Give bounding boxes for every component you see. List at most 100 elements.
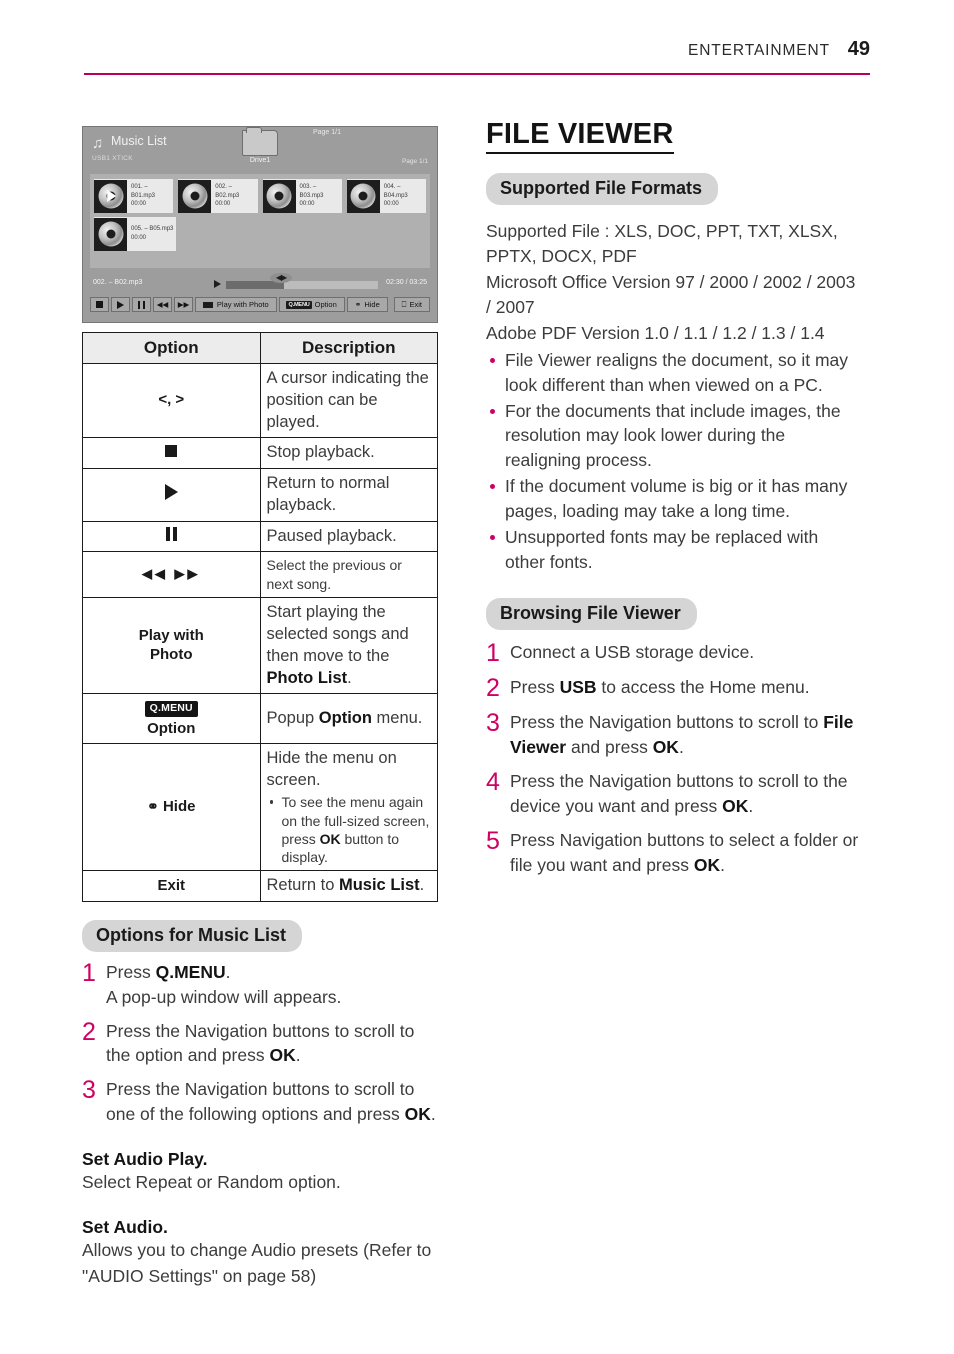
table-row: Stop playback.: [82, 437, 438, 470]
stop-icon: [96, 301, 103, 308]
play-icon: [117, 300, 124, 309]
music-note-icon: ♫: [92, 135, 104, 152]
tv-screen-title: Music List: [111, 134, 167, 148]
play-with-photo-label: Play with Photo: [216, 300, 269, 309]
play-icon: [214, 280, 221, 288]
step-item: 1 Connect a USB storage device.: [486, 640, 862, 666]
stop-icon: [165, 444, 178, 457]
step-number: 5: [486, 826, 500, 855]
cd-icon: [94, 217, 127, 251]
exit-label: Exit: [409, 300, 422, 309]
step-item: 1 Press Q.MENU. A pop-up window will appe…: [82, 960, 440, 1010]
list-item: Unsupported fonts may be replaced with o…: [486, 525, 862, 575]
pause-button[interactable]: [132, 297, 151, 312]
hide-icon: ⚭: [147, 797, 159, 814]
row-key-prevnext-icon: ◀◀ ▶▶: [82, 551, 261, 599]
step-text: Press Navigation buttons to select a fol…: [510, 829, 859, 875]
set-audio-section: Set Audio. Allows you to change Audio pr…: [82, 1217, 440, 1289]
folder-icon: [242, 127, 278, 156]
table-row: Play with Photo Start playing the select…: [82, 597, 438, 695]
row-description: Start playing the selected songs and the…: [259, 597, 438, 695]
list-item[interactable]: 004. – B04.mp3 00:00: [346, 179, 426, 213]
list-item[interactable]: 003. – B03.mp3 00:00: [262, 179, 342, 213]
progress-bar[interactable]: [226, 281, 378, 289]
rewind-button[interactable]: ◀◀: [153, 297, 172, 312]
supported-formats-line-1: Supported File : XLS, DOC, PPT, TXT, XLS…: [486, 221, 838, 267]
song-time: 00:00: [299, 201, 315, 208]
page-title: FILE VIEWER: [486, 118, 674, 154]
cd-icon: [178, 179, 212, 213]
hide-button[interactable]: ⚭ Hide: [346, 297, 388, 312]
row-description: Hide the menu on screen. To see the menu…: [259, 742, 438, 872]
table-row: Return to normal playback.: [82, 468, 438, 522]
column-header-description: Description: [259, 332, 438, 364]
list-item: File Viewer realigns the document, so it…: [486, 348, 862, 398]
row-key-play-icon: [82, 468, 261, 522]
list-item: For the documents that include images, t…: [486, 399, 862, 474]
now-playing-time: 02:30 / 03:25: [386, 279, 427, 286]
row-description: Return to Music List.: [259, 870, 438, 902]
supported-formats-line-2: Microsoft Office Version 97 / 2000 / 200…: [486, 271, 856, 318]
list-item: If the document volume is big or it has …: [486, 474, 862, 524]
row-key-line1: Play with: [138, 627, 204, 645]
exit-button[interactable]: ⎕ Exit: [393, 297, 430, 312]
step-number: 3: [82, 1076, 96, 1105]
step-item: 4 Press the Navigation buttons to scroll…: [486, 769, 862, 819]
play-button[interactable]: [111, 297, 130, 312]
music-list-screen-mockup: ♫ Music List USB1 XTICK Page 1/1 Page 1/…: [82, 126, 438, 323]
hide-icon: ⚭: [354, 300, 362, 309]
step-text: Press the Navigation buttons to scroll t…: [510, 712, 854, 758]
song-time: 00:00: [131, 235, 147, 241]
step-text: Press the Navigation buttons to scroll t…: [510, 771, 848, 816]
table-row: Paused playback.: [82, 520, 438, 553]
hide-label: Hide: [364, 300, 380, 309]
step-text: Press USB to access the Home menu.: [510, 677, 810, 698]
qmenu-badge: Q.MENU: [286, 300, 312, 309]
page-header: ENTERTAINMENT 49: [0, 38, 954, 82]
play-icon: [164, 483, 178, 500]
step-number: 2: [486, 674, 500, 703]
section-body: Select Repeat or Random option.: [82, 1171, 341, 1192]
header-section-label: ENTERTAINMENT: [687, 42, 830, 59]
page-number: 49: [847, 38, 870, 60]
step-number: 1: [486, 639, 500, 668]
step-item: 2 Press the Navigation buttons to scroll…: [82, 1019, 440, 1069]
tv-folder-label: Drive1: [249, 157, 271, 164]
row-key: Q.MENU Option: [82, 693, 261, 744]
options-steps-list: 1 Press Q.MENU. A pop-up window will appe…: [82, 960, 440, 1127]
row-description: Stop playback.: [259, 437, 438, 470]
row-key-hide: ⚭ Hide: [82, 742, 261, 872]
row-key: <, >: [82, 362, 261, 439]
tv-song-row: 005. – B05.mp3 00:00: [94, 217, 426, 251]
song-time: 00:00: [131, 201, 147, 208]
progress-handle-icon[interactable]: ◀▶: [270, 273, 292, 283]
tv-folder-drive1[interactable]: Drive1: [240, 127, 280, 164]
row-description-text: Hide the menu on screen.: [266, 748, 397, 789]
supported-formats-notes: File Viewer realigns the document, so it…: [486, 348, 862, 575]
section-title: Set Audio Play.: [82, 1148, 208, 1169]
row-key-stop-icon: [82, 437, 261, 470]
play-with-photo-button[interactable]: Play with Photo: [195, 297, 277, 312]
pause-icon: [138, 300, 145, 309]
list-item[interactable]: 005. – B05.mp3 00:00: [94, 217, 176, 251]
list-item[interactable]: 002. – B02.mp3 00:00: [178, 179, 258, 213]
prev-next-icon: ◀◀ ▶▶: [141, 566, 201, 582]
list-item[interactable]: 001. – B01.mp3 00:00: [94, 179, 174, 213]
song-name: 004. – B04.mp3: [383, 183, 408, 199]
row-description: Select the previous or next song.: [259, 551, 438, 599]
row-key-line2: Option: [147, 720, 196, 738]
supported-formats-line-3: Adobe PDF Version 1.0 / 1.1 / 1.2 / 1.3 …: [486, 322, 825, 343]
option-label: Option: [314, 300, 337, 309]
set-audio-play-section: Set Audio Play. Select Repeat or Random …: [82, 1149, 440, 1195]
fast-forward-button[interactable]: ▶▶: [174, 297, 193, 312]
step-number: 2: [82, 1017, 96, 1046]
tv-song-list: 001. – B01.mp3 00:00 002. – B02.mp3 00:0…: [90, 174, 430, 268]
song-name: 001. – B01.mp3: [131, 183, 156, 199]
rect-icon: [202, 301, 213, 308]
stop-button[interactable]: [90, 297, 109, 312]
table-row: ⚭ Hide Hide the menu on screen. To see t…: [82, 742, 438, 872]
step-item: 3 Press the Navigation buttons to scroll…: [486, 710, 862, 760]
section-body: Allows you to change Audio presets (Refe…: [82, 1240, 432, 1286]
table-row: ◀◀ ▶▶ Select the previous or next song.: [82, 551, 438, 599]
option-button[interactable]: Q.MENU Option: [278, 297, 345, 312]
